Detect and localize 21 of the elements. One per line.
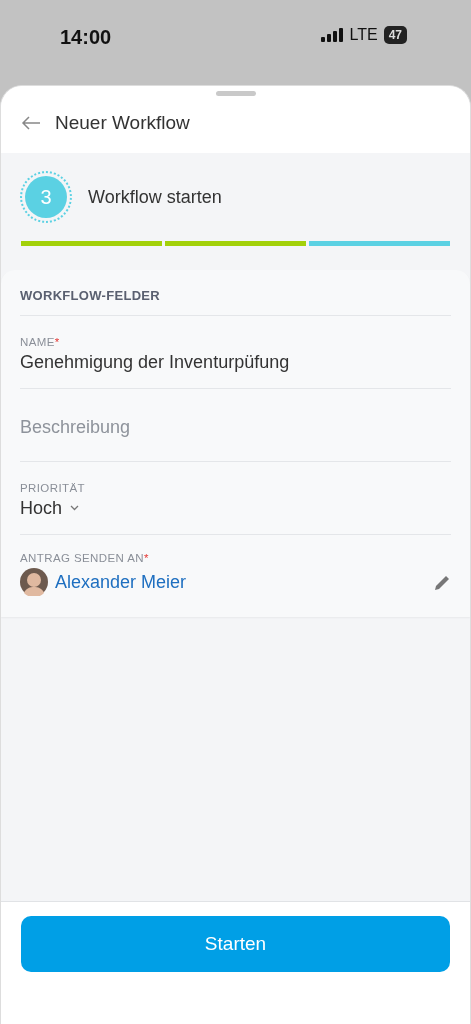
avatar-icon bbox=[20, 568, 48, 596]
field-label: PRIORITÄT bbox=[20, 481, 86, 494]
start-button[interactable]: Starten bbox=[21, 916, 450, 972]
signal-icon bbox=[321, 28, 344, 42]
drag-handle[interactable] bbox=[215, 91, 256, 96]
name-field[interactable]: Genehmigung der Inventurpüfung bbox=[20, 351, 451, 373]
assignee-link[interactable]: Alexander Meier bbox=[55, 571, 427, 593]
back-arrow-icon[interactable] bbox=[21, 116, 41, 130]
field-label: NAME* bbox=[20, 335, 61, 348]
battery-level: 47 bbox=[383, 26, 407, 44]
priority-dropdown[interactable]: Hoch bbox=[20, 497, 63, 519]
network-type: LTE bbox=[349, 26, 378, 44]
field-label: ANTRAG SENDEN AN* bbox=[20, 552, 150, 564]
edit-icon[interactable] bbox=[434, 573, 451, 591]
section-title: WORKFLOW-FELDER bbox=[20, 270, 451, 316]
step-badge: 3 bbox=[20, 171, 72, 223]
description-field[interactable]: Beschreibung bbox=[20, 416, 451, 438]
screen-title: Neuer Workflow bbox=[55, 112, 190, 134]
step-title: Workflow starten bbox=[88, 186, 222, 208]
clock: 14:00 bbox=[60, 26, 112, 49]
chevron-down-icon[interactable] bbox=[70, 505, 80, 511]
